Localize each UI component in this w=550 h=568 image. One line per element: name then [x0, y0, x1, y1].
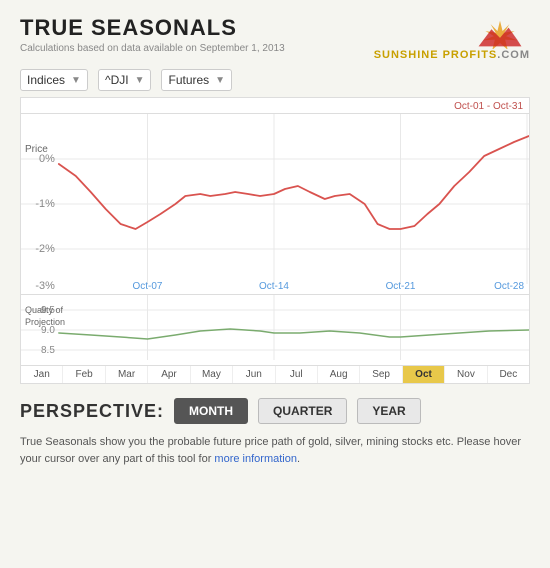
- svg-text:-3%: -3%: [35, 280, 55, 292]
- indices-dropdown[interactable]: Indices ▼: [20, 69, 88, 91]
- header: TRUE SEASONALS Calculations based on dat…: [20, 15, 530, 61]
- symbol-dropdown[interactable]: ^DJI ▼: [98, 69, 152, 91]
- month-item-dec[interactable]: Dec: [488, 366, 529, 383]
- chart-wrapper: Oct-01 - Oct-31 Price 0% -1% -2% -3%: [20, 97, 530, 366]
- more-info-link[interactable]: more information: [214, 453, 297, 465]
- controls: Indices ▼ ^DJI ▼ Futures ▼: [20, 69, 530, 91]
- month-item-apr[interactable]: Apr: [148, 366, 190, 383]
- month-item-jan[interactable]: Jan: [21, 366, 63, 383]
- futures-arrow-icon: ▼: [215, 75, 225, 86]
- description-end: .: [297, 453, 300, 465]
- svg-text:Oct-21: Oct-21: [386, 281, 416, 292]
- quality-axis-label: Quality ofProjection: [25, 305, 65, 328]
- month-axis: JanFebMarAprMayJunJulAugSepOctNovDec: [20, 366, 530, 384]
- svg-text:8.5: 8.5: [41, 345, 55, 356]
- month-item-feb[interactable]: Feb: [63, 366, 105, 383]
- main-title: TRUE SEASONALS: [20, 15, 285, 41]
- year-button[interactable]: YEAR: [357, 398, 420, 424]
- month-item-nov[interactable]: Nov: [445, 366, 487, 383]
- month-item-oct[interactable]: Oct: [403, 366, 445, 383]
- svg-text:-1%: -1%: [35, 198, 55, 210]
- svg-text:Oct-14: Oct-14: [259, 281, 289, 292]
- month-item-mar[interactable]: Mar: [106, 366, 148, 383]
- month-item-sep[interactable]: Sep: [360, 366, 402, 383]
- quality-chart-svg: 9.5 9.0 8.5: [21, 295, 529, 365]
- quarter-button[interactable]: QUARTER: [258, 398, 347, 424]
- month-item-jul[interactable]: Jul: [276, 366, 318, 383]
- date-range: Oct-01 - Oct-31: [20, 97, 530, 113]
- month-item-may[interactable]: May: [191, 366, 233, 383]
- svg-text:Oct-28: Oct-28: [494, 281, 524, 292]
- price-chart-svg: 0% -1% -2% -3% Oct-07 Oct-14 Oct-21 Oct-…: [21, 114, 529, 294]
- symbol-arrow-icon: ▼: [135, 75, 145, 86]
- description: True Seasonals show you the probable fut…: [20, 434, 530, 467]
- futures-dropdown[interactable]: Futures ▼: [161, 69, 232, 91]
- symbol-label: ^DJI: [105, 73, 129, 87]
- logo-graphic: [470, 19, 530, 49]
- price-axis-label: Price: [25, 144, 48, 155]
- price-chart-area: Price 0% -1% -2% -3% Oct-07 Oct-14: [20, 113, 530, 295]
- indices-arrow-icon: ▼: [71, 75, 81, 86]
- logo-text: SUNSHINE PROFITS.COM: [374, 49, 530, 61]
- quality-chart-area: Quality ofProjection 9.5 9.0 8.5: [20, 295, 530, 366]
- subtitle: Calculations based on data available on …: [20, 43, 285, 54]
- svg-text:Oct-07: Oct-07: [133, 281, 163, 292]
- logo: SUNSHINE PROFITS.COM: [374, 19, 530, 61]
- month-item-jun[interactable]: Jun: [233, 366, 275, 383]
- month-item-aug[interactable]: Aug: [318, 366, 360, 383]
- month-button[interactable]: MONTH: [174, 398, 248, 424]
- perspective-row: PERSPECTIVE: MONTH QUARTER YEAR: [20, 398, 530, 424]
- title-block: TRUE SEASONALS Calculations based on dat…: [20, 15, 285, 54]
- svg-text:-2%: -2%: [35, 243, 55, 255]
- perspective-label: PERSPECTIVE:: [20, 401, 164, 422]
- main-container: TRUE SEASONALS Calculations based on dat…: [0, 0, 550, 482]
- indices-label: Indices: [27, 73, 65, 87]
- futures-label: Futures: [168, 73, 209, 87]
